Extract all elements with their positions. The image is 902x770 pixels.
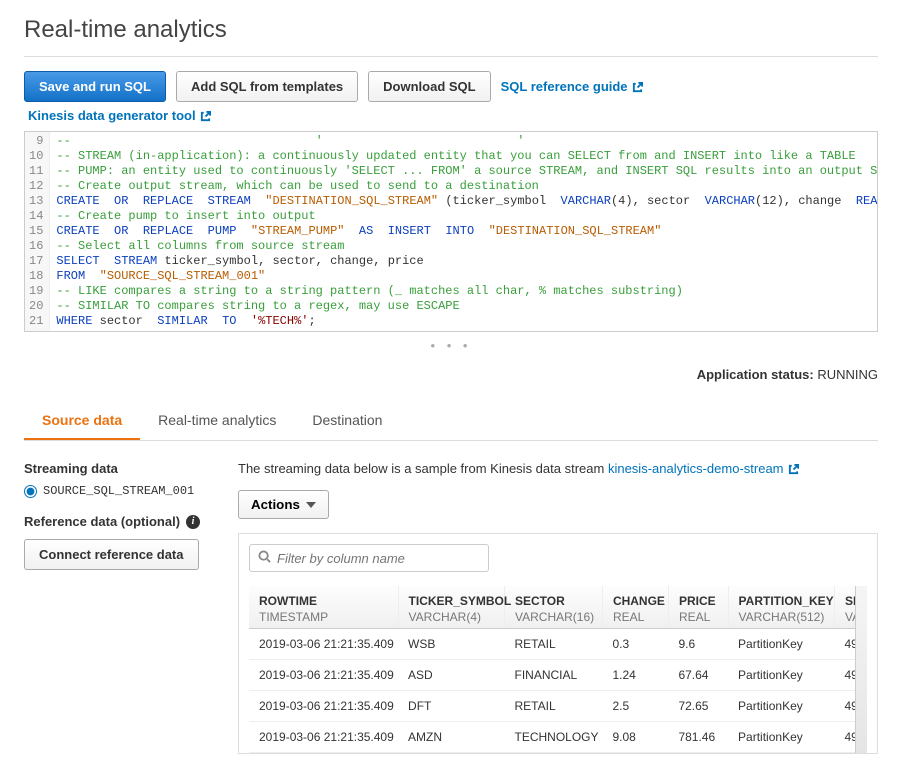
code-area[interactable]: -- ' '-- STREAM (in-application): a cont… [50,132,877,331]
data-table-wrap: ROWTIMETIMESTAMPTICKER_SYMBOLVARCHAR(4)S… [249,586,867,753]
add-sql-templates-button[interactable]: Add SQL from templates [176,71,358,102]
chevron-down-icon [306,502,316,508]
column-header[interactable]: TICKER_SYMBOLVARCHAR(4) [398,586,504,629]
main-content: The streaming data below is a sample fro… [238,461,878,754]
reference-data-title: Reference data (optional) i [24,514,214,529]
kinesis-data-generator-link[interactable]: Kinesis data generator tool [28,108,211,123]
actions-label: Actions [251,497,300,512]
data-table: ROWTIMETIMESTAMPTICKER_SYMBOLVARCHAR(4)S… [249,586,867,753]
save-run-sql-button[interactable]: Save and run SQL [24,71,166,102]
demo-stream-link[interactable]: kinesis-analytics-demo-stream [608,461,799,476]
table-row[interactable]: 2019-03-06 21:21:35.409DFTRETAIL2.572.65… [249,691,867,722]
column-header[interactable]: SECTORVARCHAR(16) [505,586,603,629]
column-header[interactable]: CHANGEREAL [602,586,668,629]
column-header[interactable]: ROWTIMETIMESTAMP [249,586,398,629]
page-title: Real-time analytics [24,16,878,44]
table-row[interactable]: 2019-03-06 21:21:35.409AMZNTECHNOLOGY9.0… [249,722,867,753]
left-sidebar: Streaming data SOURCE_SQL_STREAM_001 Ref… [24,461,214,570]
sql-reference-label: SQL reference guide [501,79,628,94]
tab-real-time-analytics[interactable]: Real-time analytics [140,402,294,440]
external-link-icon [632,81,643,92]
filter-input-wrap[interactable] [249,544,489,572]
stream-radio[interactable] [24,485,37,498]
resize-handle[interactable]: • • • [24,332,878,367]
external-link-icon [788,463,799,474]
download-sql-button[interactable]: Download SQL [368,71,490,102]
stream-radio-row[interactable]: SOURCE_SQL_STREAM_001 [24,484,214,498]
sql-editor[interactable]: 9101112131415161718192021 -- ' '-- STREA… [24,131,878,332]
stream-name: SOURCE_SQL_STREAM_001 [43,484,194,498]
search-icon [258,550,271,566]
streaming-description: The streaming data below is a sample fro… [238,461,878,476]
info-icon[interactable]: i [186,515,200,529]
tabs: Source data Real-time analytics Destinat… [24,402,878,441]
table-row[interactable]: 2019-03-06 21:21:35.409ASDFINANCIAL1.246… [249,660,867,691]
application-status: Application status: RUNNING [24,367,878,382]
kdg-label: Kinesis data generator tool [28,108,196,123]
toolbar: Save and run SQL Add SQL from templates … [24,71,878,102]
actions-dropdown[interactable]: Actions [238,490,329,519]
vertical-scrollbar[interactable] [855,586,867,753]
table-row[interactable]: 2019-03-06 21:21:35.409WSBRETAIL0.39.6Pa… [249,629,867,660]
external-link-icon [200,110,211,121]
connect-reference-data-button[interactable]: Connect reference data [24,539,199,570]
sql-reference-link[interactable]: SQL reference guide [501,79,643,94]
tab-source-data[interactable]: Source data [24,402,140,440]
line-gutter: 9101112131415161718192021 [25,132,50,331]
streaming-data-title: Streaming data [24,461,214,476]
divider [24,56,878,57]
column-header[interactable]: PRICEREAL [668,586,728,629]
tab-destination[interactable]: Destination [294,402,400,440]
filter-input[interactable] [277,551,480,566]
column-header[interactable]: PARTITION_KEYVARCHAR(512) [728,586,834,629]
